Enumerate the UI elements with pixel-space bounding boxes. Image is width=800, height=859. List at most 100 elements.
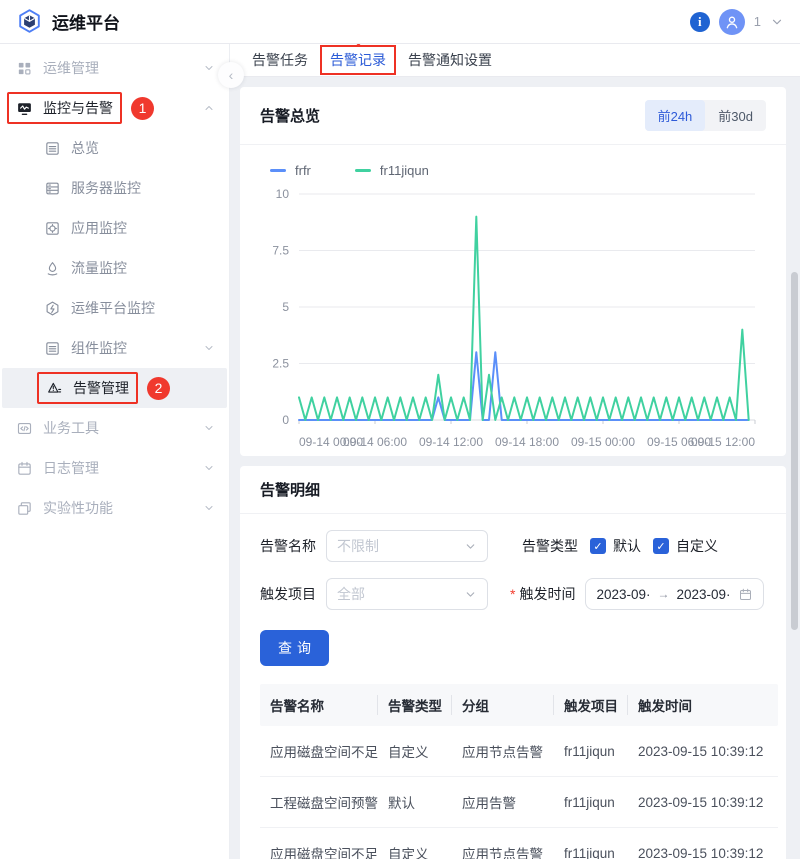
sidebar-item-ops-management[interactable]: 运维管理 [0, 48, 229, 88]
legend-item-fr11jiqun[interactable]: fr11jiqun [354, 163, 429, 178]
checkbox-label: 默认 [613, 538, 641, 554]
table-cell: 应用磁盘空间不足 [260, 726, 378, 777]
table-row: 应用磁盘空间不足 自定义 应用节点告警 fr11jiqun 2023-09-15 10:… [260, 827, 778, 859]
tab-alert-records[interactable]: 告警记录3 [320, 45, 396, 75]
required-mark: * [510, 586, 516, 602]
tab-alert-tasks[interactable]: 告警任务 [242, 44, 318, 76]
sidebar-item-app-monitoring[interactable]: 应用监控 [0, 208, 229, 248]
sidebar-item-server-monitoring[interactable]: 服务器监控 [0, 168, 229, 208]
sidebar-collapse-button[interactable]: ‹ [218, 62, 244, 88]
windows-icon [16, 500, 33, 517]
hexagon-bolt-icon [44, 300, 61, 317]
column-header: 触发时间 [628, 684, 778, 726]
table-cell: 应用告警 [452, 776, 554, 828]
annotation-red-box: 监控与告警 [7, 92, 122, 124]
alert-overview-card: 告警总览 前24h 前30d frfr fr11jiqun 0 2.5 5 7.5 10 09… [240, 87, 786, 456]
legend-item-frfr[interactable]: frfr [270, 163, 311, 178]
range-start-value: 2023-09· [596, 586, 651, 602]
query-button[interactable]: 查询 [260, 630, 329, 666]
alert-table: 告警名称 告警类型 分组 触发项目 触发时间 应用磁盘空间不足 自定义 应用节点告警 fr11… [260, 684, 778, 859]
table-cell: fr11jiqun [554, 726, 628, 777]
x-axis-tick-label: 09-14 12:00 [419, 435, 483, 449]
sidebar-item-label: 应用监控 [71, 220, 127, 236]
annotation-red-box: 告警管理 [37, 372, 138, 404]
chart-legend: frfr fr11jiqun [240, 145, 786, 178]
sidebar-item-business-tools[interactable]: 业务工具 [0, 408, 229, 448]
chevron-down-icon [203, 62, 215, 74]
trigger-project-label: 触发项目 [260, 586, 316, 602]
sidebar-item-log-management[interactable]: 日志管理 [0, 448, 229, 488]
overview-card-title: 告警总览 [260, 108, 321, 125]
sidebar-item-label: 组件监控 [71, 340, 127, 356]
checkbox-checked-icon[interactable]: ✓ [653, 538, 669, 554]
table-cell: 自定义 [378, 726, 452, 777]
table-cell: 默认 [378, 776, 452, 828]
sidebar-item-label: 业务工具 [43, 420, 99, 436]
sidebar-item-overview[interactable]: 总览 [0, 128, 229, 168]
tab-bar: 告警任务告警记录3告警通知设置 [230, 44, 800, 77]
info-icon[interactable]: i [689, 11, 710, 32]
chevron-down-icon[interactable] [770, 15, 784, 29]
y-axis-tick-label: 5 [282, 300, 289, 314]
sidebar-item-traffic-monitoring[interactable]: 流量监控 [0, 248, 229, 288]
chevron-down-icon [203, 342, 215, 354]
app-window-icon [44, 220, 61, 237]
table-cell: fr11jiqun [554, 776, 628, 828]
hexagon-cube-logo-icon [19, 9, 40, 33]
sidebar-item-label: 流量监控 [71, 260, 127, 276]
sidebar-item-label: 日志管理 [43, 460, 99, 476]
alert-table-wrap: 告警名称 告警类型 分组 触发项目 触发时间 应用磁盘空间不足 自定义 应用节点告警 fr11… [240, 682, 786, 859]
sidebar: 运维管理监控与告警 1 总览 服务器监控应用监控流量监控运维平台监控组件监控告警管理 2… [0, 44, 230, 859]
checkbox-checked-icon[interactable]: ✓ [590, 538, 606, 554]
sidebar-item-alert-management[interactable]: 告警管理 2 [2, 368, 227, 408]
server-icon [44, 180, 61, 197]
monitor-pulse-icon [16, 100, 33, 117]
x-axis-tick-label: 09-14 06:00 [343, 435, 407, 449]
y-axis-tick-label: 7.5 [272, 244, 289, 258]
y-axis-tick-label: 2.5 [272, 357, 289, 371]
code-window-icon [16, 420, 33, 437]
table-row: 应用磁盘空间不足 自定义 应用节点告警 fr11jiqun 2023-09-15 10:… [260, 726, 778, 777]
user-count: 1 [753, 14, 761, 29]
checkbox-label: 自定义 [676, 538, 718, 554]
table-cell: 2023-09-15 10:39:12 [628, 827, 778, 859]
range-button-30d[interactable]: 前30d [705, 100, 766, 131]
table-cell: fr11jiqun [554, 827, 628, 859]
page-scrollbar-thumb[interactable] [791, 272, 798, 630]
x-axis-tick-label: 09-14 18:00 [495, 435, 559, 449]
avatar[interactable] [718, 8, 745, 35]
table-cell: 2023-09-15 10:39:12 [628, 776, 778, 828]
range-button-24h[interactable]: 前24h [644, 100, 706, 131]
sidebar-item-monitoring-alerts[interactable]: 监控与告警 1 [0, 88, 229, 128]
series-line-fr11jiqun [298, 215, 750, 421]
chevron-up-icon [203, 102, 215, 114]
sidebar-item-label: 监控与告警 [43, 100, 113, 116]
droplet-icon [44, 260, 61, 277]
table-cell: 工程磁盘空间预警 [260, 776, 378, 828]
chevron-down-icon [464, 540, 477, 553]
table-cell: 应用磁盘空间不足 [260, 827, 378, 859]
sidebar-item-label: 运维管理 [43, 60, 99, 76]
tab-alert-notification-settings[interactable]: 告警通知设置 [398, 44, 502, 76]
table-row: 工程磁盘空间预警 默认 应用告警 fr11jiqun 2023-09-15 10:39:… [260, 776, 778, 828]
table-cell: 自定义 [378, 827, 452, 859]
annotation-step-badge: 2 [147, 376, 170, 400]
legend-swatch [270, 169, 286, 172]
filter-panel: 告警名称 不限制 告警类型 ✓ 默认 ✓ 自定义 触发项目 全部 * 触发时间 … [240, 514, 786, 682]
alert-name-select[interactable]: 不限制 [326, 530, 488, 562]
trigger-project-select[interactable]: 全部 [326, 578, 488, 610]
sidebar-item-experimental-features[interactable]: 实验性功能 [0, 488, 229, 528]
detail-card-title: 告警明细 [260, 482, 321, 499]
chevron-down-icon [203, 502, 215, 514]
alert-type-label: 告警类型 [522, 538, 578, 554]
sidebar-item-platform-monitoring[interactable]: 运维平台监控 [0, 288, 229, 328]
sidebar-item-component-monitoring[interactable]: 组件监控 [0, 328, 229, 368]
legend-label: frfr [295, 163, 311, 178]
alert-type-option: ✓ 默认 [590, 536, 641, 556]
table-cell: 应用节点告警 [452, 827, 554, 859]
sidebar-item-label: 告警管理 [73, 380, 129, 396]
layers-icon [44, 140, 61, 157]
trigger-time-label: 触发时间 [519, 586, 576, 602]
layers-icon [44, 340, 61, 357]
trigger-time-range-picker[interactable]: 2023-09· → 2023-09· [585, 578, 764, 610]
